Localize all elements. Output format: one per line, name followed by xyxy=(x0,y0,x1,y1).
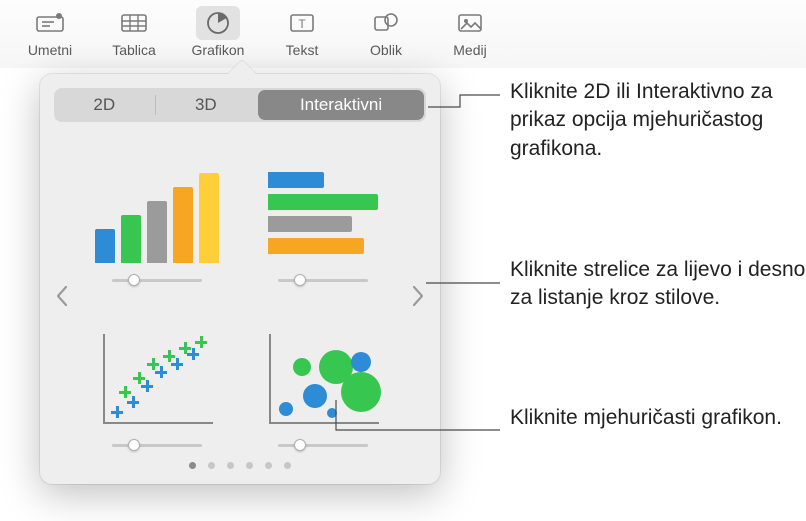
chart-style-hbar[interactable] xyxy=(254,140,392,287)
bar-slider[interactable] xyxy=(112,273,202,287)
page-dots[interactable] xyxy=(40,462,440,469)
nav-right-arrow[interactable] xyxy=(404,276,432,316)
chart-popover: 2D 3D Interaktivni xyxy=(40,74,440,484)
nav-left-arrow[interactable] xyxy=(48,276,76,316)
table-icon xyxy=(112,6,156,40)
svg-text:T: T xyxy=(298,17,306,31)
media-icon xyxy=(448,6,492,40)
bubble-chart-preview xyxy=(263,328,383,428)
insert-icon xyxy=(28,6,72,40)
page-dot[interactable] xyxy=(227,462,234,469)
scatter-chart-preview xyxy=(97,328,217,428)
bar-chart-preview xyxy=(97,163,217,263)
toolbar-text-label: Tekst xyxy=(286,42,319,58)
callout-top: Kliknite 2D ili Interaktivno za prikaz o… xyxy=(510,78,806,163)
callout-bottom-text: Kliknite mjehuričasti grafikon. xyxy=(510,404,782,432)
scatter-slider[interactable] xyxy=(112,438,202,452)
toolbar-table-label: Tablica xyxy=(112,42,156,58)
page-dot[interactable] xyxy=(246,462,253,469)
toolbar-table[interactable]: Tablica xyxy=(92,6,176,68)
hbar-slider[interactable] xyxy=(278,273,368,287)
toolbar-text[interactable]: T Tekst xyxy=(260,6,344,68)
toolbar-insert[interactable]: Umetni xyxy=(8,6,92,68)
callout-top-text: Kliknite 2D ili Interaktivno za prikaz o… xyxy=(510,78,806,163)
toolbar: Umetni Tablica Grafikon T Tekst Oblik Me… xyxy=(0,0,806,68)
seg-interactive[interactable]: Interaktivni xyxy=(258,90,424,120)
chart-style-bubble[interactable] xyxy=(254,305,392,452)
toolbar-shape-label: Oblik xyxy=(370,42,402,58)
toolbar-chart[interactable]: Grafikon xyxy=(176,6,260,68)
text-icon: T xyxy=(280,6,324,40)
chart-style-scatter[interactable] xyxy=(88,305,226,452)
callout-bottom: Kliknite mjehuričasti grafikon. xyxy=(510,404,782,432)
page-dot[interactable] xyxy=(265,462,272,469)
chart-grid xyxy=(40,136,440,456)
seg-2d-label: 2D xyxy=(93,95,115,115)
chart-icon xyxy=(196,6,240,40)
bubble-slider[interactable] xyxy=(278,438,368,452)
toolbar-media-label: Medij xyxy=(453,42,486,58)
hbar-chart-preview xyxy=(263,163,383,263)
toolbar-chart-label: Grafikon xyxy=(192,42,245,58)
page-dot[interactable] xyxy=(284,462,291,469)
segmented-control: 2D 3D Interaktivni xyxy=(54,88,426,122)
chart-style-bar[interactable] xyxy=(88,140,226,287)
seg-interactive-label: Interaktivni xyxy=(300,95,382,115)
toolbar-media[interactable]: Medij xyxy=(428,6,512,68)
seg-3d-label: 3D xyxy=(195,95,217,115)
chart-style-area xyxy=(40,136,440,456)
toolbar-shape[interactable]: Oblik xyxy=(344,6,428,68)
callout-mid-text: Kliknite strelice za lijevo i desno za l… xyxy=(510,256,806,313)
toolbar-insert-label: Umetni xyxy=(28,42,72,58)
page-dot[interactable] xyxy=(189,462,196,469)
callout-mid: Kliknite strelice za lijevo i desno za l… xyxy=(510,256,806,313)
seg-3d[interactable]: 3D xyxy=(156,88,257,122)
seg-2d[interactable]: 2D xyxy=(54,88,155,122)
page-dot[interactable] xyxy=(208,462,215,469)
shape-icon xyxy=(364,6,408,40)
